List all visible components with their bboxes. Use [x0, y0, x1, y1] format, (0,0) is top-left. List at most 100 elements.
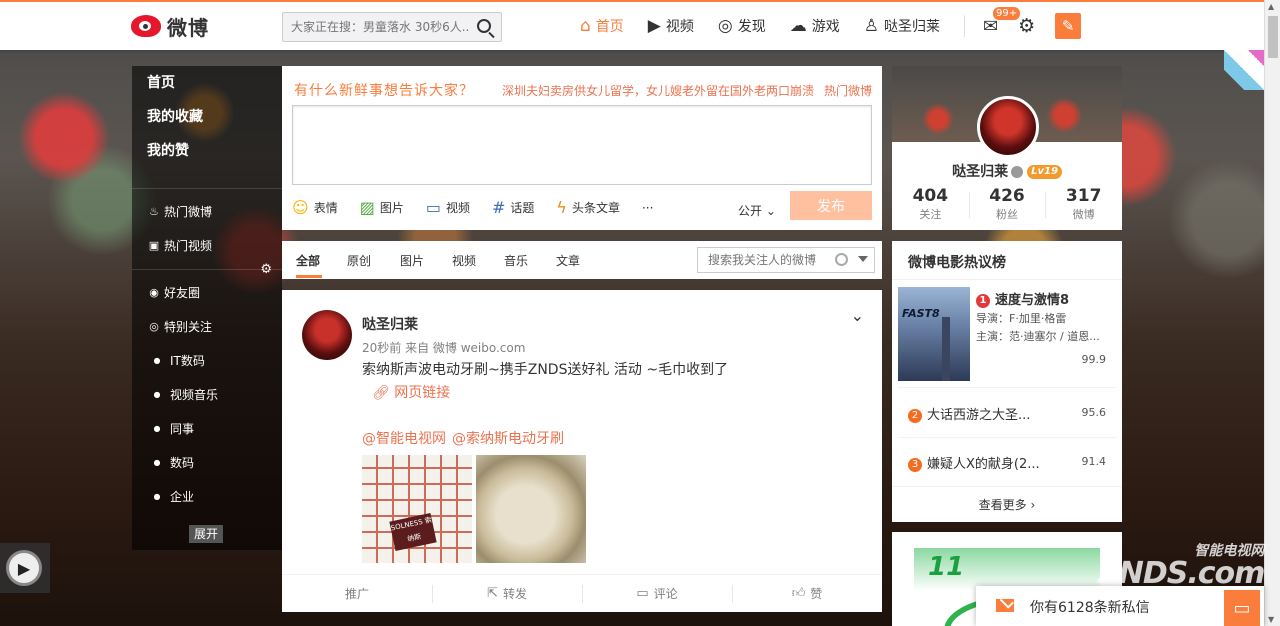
comment-button[interactable]: ▭ 评论: [582, 575, 732, 612]
hot-topic-link[interactable]: 深圳夫妇卖房供女儿留学，女儿嫂老外留在国外老两口崩溃: [502, 84, 814, 98]
flame-icon: ♨: [149, 205, 159, 218]
play-icon[interactable]: ▶: [6, 550, 42, 586]
nav-video[interactable]: ▶ 视频: [648, 16, 694, 36]
nav-discover-label: 发现: [737, 19, 766, 35]
movie-poster[interactable]: FAST8: [898, 287, 970, 381]
emoji-button[interactable]: ☺ 表情: [292, 198, 338, 217]
nav-games[interactable]: ☁ 游戏: [790, 16, 840, 36]
edit-icon: ✎: [1061, 17, 1075, 35]
new-messages-toast[interactable]: 你有6128条新私信 ▭: [976, 586, 1264, 626]
movie-score: 91.4: [1081, 455, 1107, 468]
dropdown-arrow-icon[interactable]: [858, 256, 868, 262]
promote-button[interactable]: 推广: [282, 575, 432, 612]
post-menu-chevron-icon[interactable]: ⌄: [851, 306, 864, 325]
sidebar-item-likes[interactable]: 我的赞: [147, 140, 282, 174]
profile-name[interactable]: 哒圣归莱: [952, 164, 1008, 180]
more-tools-button[interactable]: ···: [642, 201, 653, 215]
image-button[interactable]: ▨ 图片: [360, 198, 404, 217]
sidebar-item-home[interactable]: 首页: [147, 72, 282, 106]
send-button[interactable]: 发布: [790, 191, 872, 220]
music-player-widget[interactable]: ▶: [0, 543, 50, 593]
stat-posts[interactable]: 317 微博: [1045, 186, 1122, 222]
post-author-name[interactable]: 哒圣归莱: [362, 314, 418, 334]
scroll-down-arrow-icon[interactable]: ▼: [1268, 615, 1274, 624]
movie-item-1[interactable]: 1 速度与激情8: [976, 289, 1069, 308]
sidebar-group-enterprise[interactable]: ● 企业: [132, 480, 282, 514]
nav-user[interactable]: ♙ 哒圣归莱: [864, 16, 940, 36]
post-image-towel-2[interactable]: [476, 455, 586, 563]
bullet-icon: ●: [153, 458, 161, 467]
feed-tabs: 全部 原创 图片 视频 音乐 文章: [282, 241, 882, 279]
sidebar-settings-gear-icon[interactable]: ⚙: [260, 262, 272, 277]
movie-ranking-card: 微博电影热议榜 FAST8 1 速度与激情8 导演：F·加里·格雷 主演：范·迪塞…: [892, 241, 1122, 522]
settings-gear-icon[interactable]: ⚙: [1018, 15, 1035, 37]
mention-link[interactable]: @索纳斯电动牙刷: [452, 431, 564, 447]
tab-images[interactable]: 图片: [400, 252, 424, 269]
weibo-logo[interactable]: 微博: [131, 10, 209, 42]
stat-value: 404: [912, 186, 949, 206]
sidebar-item-label: 热门微博: [164, 205, 213, 219]
scroll-thumb[interactable]: [1268, 16, 1278, 58]
sidebar-item-special-follow[interactable]: ◎ 特别关注: [132, 310, 282, 344]
composer-textarea[interactable]: [292, 105, 872, 185]
sidebar-group-digital[interactable]: ● 数码: [132, 446, 282, 480]
nav-discover[interactable]: ◎ 发现: [718, 16, 766, 36]
promote-label: 推广: [344, 587, 369, 601]
sidebar-group-video-music[interactable]: ● 视频音乐: [132, 378, 282, 412]
sidebar-expand-button[interactable]: 展开: [189, 525, 224, 543]
movie-item-2[interactable]: 2 大话西游之大圣...: [908, 404, 1030, 423]
sidebar-group-it[interactable]: ● IT数码: [132, 344, 282, 378]
mention-link[interactable]: @智能电视网: [362, 431, 446, 447]
sidebar-group-colleagues[interactable]: ● 同事: [132, 412, 282, 446]
tab-video[interactable]: 视频: [452, 252, 476, 269]
sidebar-item-hot-weibo[interactable]: ♨ 热门微博: [132, 195, 282, 229]
post-composer: 有什么新鲜事想告诉大家？ 深圳夫妇卖房供女儿留学，女儿嫂老外留在国外老两口崩溃热…: [282, 66, 882, 230]
stat-following[interactable]: 404 关注: [892, 186, 969, 222]
profile-avatar[interactable]: [977, 96, 1039, 158]
topic-button[interactable]: # 话题: [492, 198, 534, 217]
search-icon[interactable]: [835, 253, 848, 266]
page-scrollbar[interactable]: ▲ ▼: [1264, 0, 1280, 626]
sidebar-item-friends-circle[interactable]: ◉ 好友圈: [132, 276, 282, 310]
tool-label: 图片: [379, 201, 404, 215]
page-corner-fold[interactable]: [1224, 50, 1264, 90]
tab-music[interactable]: 音乐: [504, 252, 528, 269]
like-label: 赞: [810, 587, 823, 601]
global-search-input[interactable]: [283, 13, 469, 41]
toast-text: 你有6128条新私信: [1030, 600, 1150, 616]
post-image-towel-1[interactable]: SOLNESS 索纳斯: [362, 455, 472, 563]
sidebar-item-hot-video[interactable]: ▣ 热门视频: [132, 229, 282, 263]
like-button[interactable]: 👍︎ 赞: [732, 575, 882, 612]
tab-all[interactable]: 全部: [296, 252, 320, 269]
scroll-up-arrow-icon[interactable]: ▲: [1268, 2, 1274, 11]
movie-item-3[interactable]: 3 嫌疑人X的献身(2...: [908, 453, 1040, 472]
bullet-icon: ●: [153, 390, 161, 399]
post-web-link[interactable]: 🔗︎ 网页链接: [372, 382, 450, 402]
hashtag-icon: #: [491, 198, 506, 217]
nav-video-label: 视频: [665, 19, 694, 35]
view-more-link[interactable]: 查看更多 ›: [892, 486, 1122, 522]
movie-score: 99.9: [1081, 353, 1107, 366]
chat-bubble-icon[interactable]: ▭: [1224, 590, 1260, 626]
movie-score: 95.6: [1081, 406, 1107, 419]
left-sidebar: 首页 我的收藏 我的赞 ♨ 热门微博 ▣ 热门视频 ⚙ ◉ 好友圈 ◎ 特别关注…: [132, 66, 282, 550]
stat-fans[interactable]: 426 粉丝: [968, 186, 1046, 222]
article-button[interactable]: ϟ 头条文章: [556, 198, 620, 217]
nav-home[interactable]: ⌂ 首页: [580, 16, 624, 36]
compose-button[interactable]: ✎: [1055, 13, 1082, 39]
feed-search-input[interactable]: [698, 248, 828, 272]
hot-weibo-link[interactable]: 热门微博: [824, 84, 872, 98]
rank-badge: 1: [976, 293, 990, 308]
tab-articles[interactable]: 文章: [556, 252, 580, 269]
mail-button[interactable]: ✉ 99+: [983, 6, 1021, 37]
member-badge-icon[interactable]: [1011, 166, 1024, 178]
main-nav: ⌂ 首页 ▶ 视频 ◎ 发现 ☁ 游戏 ♙ 哒圣归莱 ✉ 99+ ⚙ ✎: [580, 2, 1082, 50]
post-author-avatar[interactable]: [302, 310, 352, 360]
visibility-select[interactable]: 公开 ⌄: [738, 202, 776, 219]
sidebar-item-favorites[interactable]: 我的收藏: [147, 106, 282, 140]
level-badge[interactable]: Lv19: [1027, 165, 1062, 179]
video-button[interactable]: ▭ 视频: [426, 198, 470, 217]
tab-original[interactable]: 原创: [347, 252, 371, 269]
repost-button[interactable]: ⇱ 转发: [432, 575, 582, 612]
search-icon[interactable]: [477, 19, 491, 33]
